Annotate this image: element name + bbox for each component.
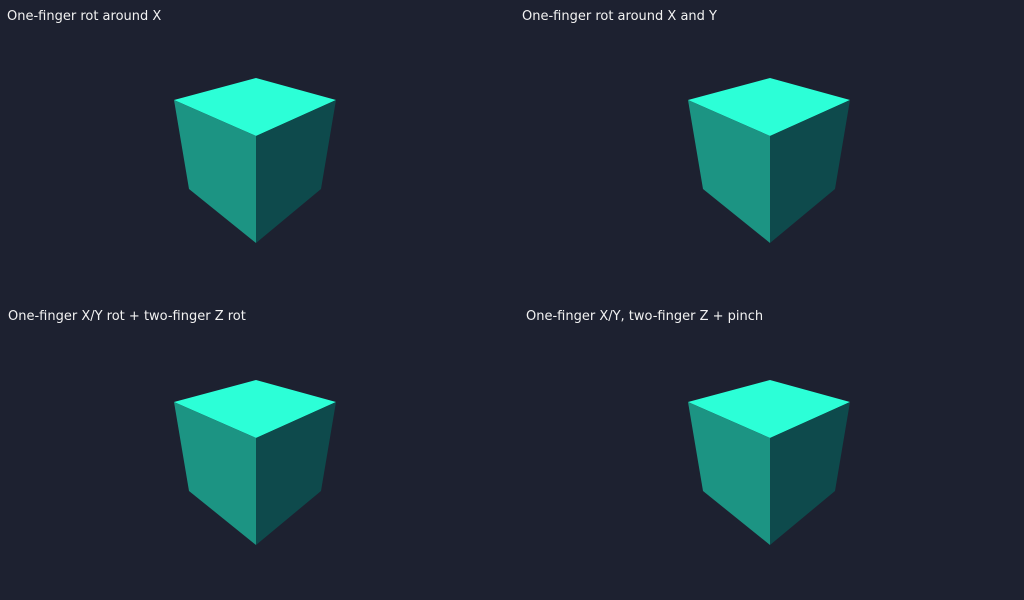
demo-canvas: One-finger rot around X One-finger rot a… <box>0 0 1024 600</box>
panel-label: One-finger rot around X and Y <box>522 9 717 24</box>
cube-viewport[interactable] <box>688 379 852 547</box>
cube-viewport[interactable] <box>174 379 338 547</box>
panel-rot-xy-z-pinch: One-finger X/Y, two-finger Z + pinch <box>512 300 1024 600</box>
cube-viewport[interactable] <box>174 77 338 245</box>
cube-icon <box>174 78 336 243</box>
cube-icon <box>174 380 336 545</box>
panel-label: One-finger rot around X <box>7 9 162 24</box>
cube-viewport[interactable] <box>688 77 852 245</box>
panel-rot-x: One-finger rot around X <box>0 0 512 300</box>
cube-icon <box>688 78 850 243</box>
panel-label: One-finger X/Y, two-finger Z + pinch <box>526 309 764 324</box>
cube-icon <box>688 380 850 545</box>
panel-rot-xy: One-finger rot around X and Y <box>512 0 1024 300</box>
panel-label: One-finger X/Y rot + two-finger Z rot <box>8 309 246 324</box>
panel-rot-xy-twofinger-z: One-finger X/Y rot + two-finger Z rot <box>0 300 512 600</box>
